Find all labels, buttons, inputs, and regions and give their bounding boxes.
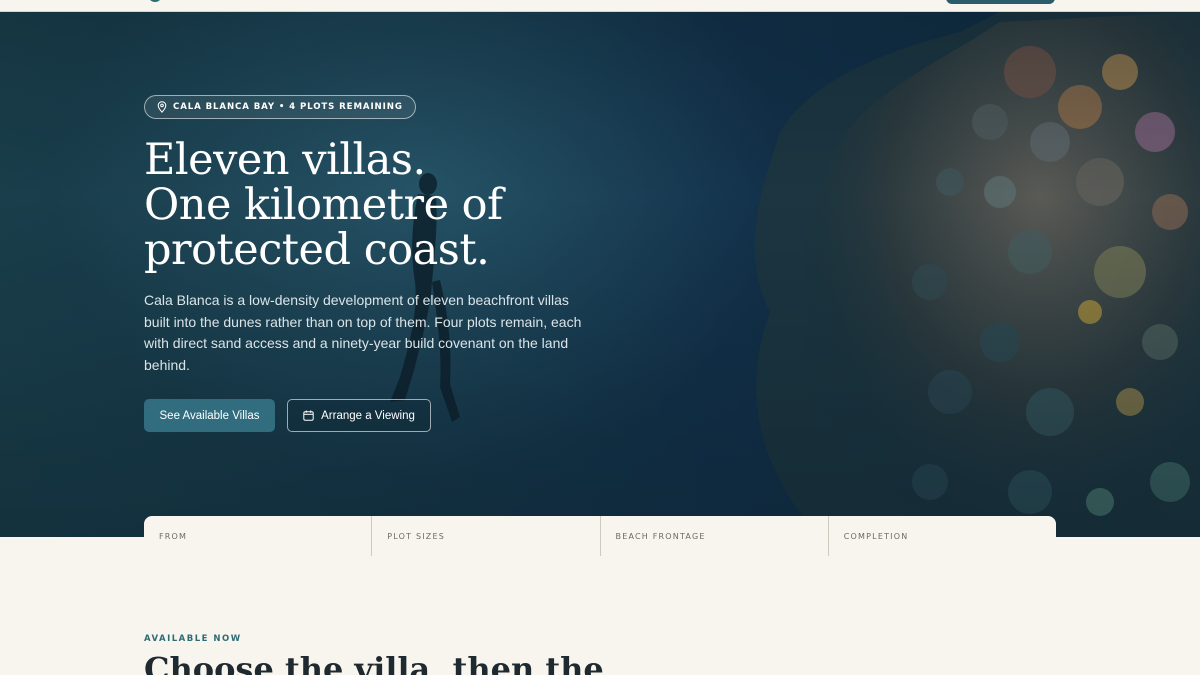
key-facts-bar: FROM PLOT SIZES BEACH FRONTAGE COMPLETIO… [144, 516, 1056, 556]
badge-text: CALA BLANCA BAY • 4 PLOTS REMAINING [173, 102, 403, 112]
stat-label: PLOT SIZES [387, 532, 446, 541]
headline-line: Eleven villas. [144, 135, 426, 185]
nav-cta-button[interactable] [946, 0, 1055, 4]
top-navigation-bar [0, 0, 1200, 12]
stat-plot-sizes: PLOT SIZES [372, 516, 601, 556]
logo-mark[interactable] [148, 0, 162, 2]
button-label: See Available Villas [159, 409, 260, 422]
see-available-villas-button[interactable]: See Available Villas [144, 399, 275, 432]
hero-description: Cala Blanca is a low-density development… [144, 292, 582, 373]
headline-line: protected coast. [144, 225, 490, 275]
hero-headline: Eleven villas. One kilometre of protecte… [144, 138, 684, 273]
arrange-viewing-button[interactable]: Arrange a Viewing [287, 399, 431, 432]
hero-section: CALA BLANCA BAY • 4 PLOTS REMAINING Elev… [0, 12, 1200, 537]
section-title: Choose the villa, then the [144, 650, 604, 675]
stat-label: BEACH FRONTAGE [615, 532, 706, 541]
headline-line: One kilometre of [144, 180, 503, 230]
stat-completion: COMPLETION [829, 516, 1056, 556]
available-villas-section: AVAILABLE NOW Choose the villa, then the [0, 537, 1200, 675]
location-badge: CALA BLANCA BAY • 4 PLOTS REMAINING [144, 95, 416, 119]
stat-beach-frontage: BEACH FRONTAGE [601, 516, 829, 556]
stat-from: FROM [144, 516, 373, 556]
button-label: Arrange a Viewing [321, 409, 415, 422]
stat-label: FROM [159, 532, 188, 541]
calendar-icon [303, 410, 314, 421]
section-eyebrow: AVAILABLE NOW [144, 634, 242, 644]
stat-label: COMPLETION [843, 532, 909, 541]
map-pin-icon [157, 101, 167, 113]
